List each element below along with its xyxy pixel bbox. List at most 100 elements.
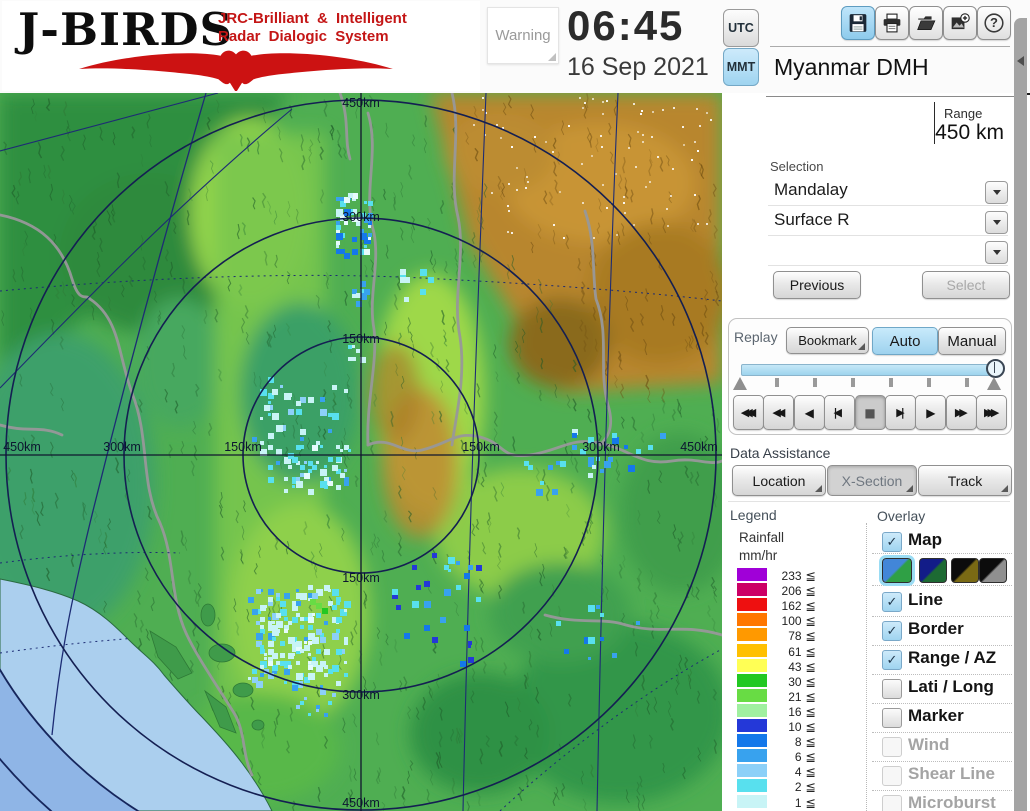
overlay-item-line: ✓ Line	[872, 590, 1014, 616]
legend-value: 10 ≦	[788, 719, 816, 734]
fast-forward-button[interactable]: ▶▶▶	[976, 395, 1008, 430]
save-icon	[849, 14, 867, 32]
legend-swatch	[737, 658, 767, 672]
timeline-start-marker[interactable]	[733, 377, 747, 390]
warning-button[interactable]: Warning	[487, 7, 559, 64]
timeline-tick	[775, 378, 779, 387]
location-button[interactable]: Location	[732, 465, 826, 496]
legend-overlay-divider	[866, 523, 867, 811]
site-dropdown[interactable]: Mandalay	[768, 178, 1008, 206]
map-style-black-olive[interactable]	[951, 558, 979, 583]
forward-button[interactable]: ▶▶	[945, 395, 977, 430]
ring-label: 450km	[342, 96, 380, 110]
go-first-button[interactable]: |◀	[824, 395, 856, 430]
rewind-button[interactable]: ◀◀	[763, 395, 795, 430]
legend-row: 10 ≦	[722, 719, 862, 734]
step-back-button[interactable]: ◀	[793, 395, 825, 430]
ring-label: 450km	[3, 440, 41, 454]
range-value: 450 km	[935, 121, 1004, 144]
option-dropdown[interactable]	[768, 238, 1008, 266]
legend-swatch	[737, 719, 767, 732]
legend-swatch	[737, 703, 767, 717]
legend-row: 30 ≦	[722, 673, 862, 689]
overlay-separator	[872, 553, 1012, 554]
legend-swatch	[737, 673, 767, 687]
add-image-icon	[951, 13, 970, 30]
legend-title-line2: mm/hr	[739, 548, 778, 563]
checkbox-unchecked[interactable]	[882, 708, 902, 728]
auto-button[interactable]: Auto	[872, 327, 938, 355]
site-dropdown-value: Mandalay	[774, 180, 848, 199]
print-button[interactable]	[875, 6, 909, 40]
legend-value: 100 ≦	[781, 613, 816, 629]
clock-date: 16 Sep 2021	[567, 53, 709, 81]
product-dropdown[interactable]: Surface R	[768, 208, 1008, 236]
timeline-tick	[965, 378, 969, 387]
legend-value: 21 ≦	[788, 688, 816, 704]
ring-label: 300km	[582, 440, 620, 454]
add-image-button[interactable]	[943, 6, 977, 40]
legend-swatch	[737, 628, 767, 642]
legend-swatch	[737, 779, 767, 793]
legend-value: 206 ≦	[781, 583, 816, 599]
map-style-navy-darkgreen[interactable]	[919, 558, 947, 583]
checkbox-unchecked[interactable]	[882, 679, 902, 699]
checkbox-checked[interactable]: ✓	[882, 650, 902, 670]
legend-row: 100 ≦	[722, 613, 862, 629]
checkbox-checked[interactable]: ✓	[882, 532, 902, 552]
overlay-separator	[872, 732, 1012, 733]
open-folder-button[interactable]	[909, 6, 943, 40]
j-birds-window: J-BIRDS JRC-Brilliant & Intelligent Rada…	[0, 0, 1030, 811]
fast-rewind-button[interactable]: ◀◀◀	[733, 395, 764, 430]
play-button[interactable]: ▶	[915, 395, 947, 430]
header: J-BIRDS JRC-Brilliant & Intelligent Rada…	[0, 0, 1030, 95]
checkbox-unchecked[interactable]	[882, 766, 902, 786]
utc-button[interactable]: UTC	[723, 9, 759, 47]
overlay-item-marker: Marker	[872, 706, 1014, 732]
logo: J-BIRDS JRC-Brilliant & Intelligent Rada…	[2, 1, 480, 91]
map-style-blue-green[interactable]	[879, 555, 915, 586]
track-button[interactable]: Track	[918, 465, 1012, 496]
checkbox-unchecked[interactable]	[882, 795, 902, 811]
ring-label: 450km	[342, 796, 380, 810]
manual-button[interactable]: Manual	[938, 327, 1006, 355]
ring-label: 450km	[680, 440, 718, 454]
radar-map[interactable]: 450km 300km 150km 150km 300km 450km 450km 300km…	[0, 93, 722, 811]
product-dropdown-button[interactable]	[985, 211, 1008, 234]
overlay-item-label: Map	[908, 530, 942, 549]
save-button[interactable]	[841, 6, 875, 40]
legend-row: 16 ≦	[722, 703, 862, 719]
panel-collapse-strip[interactable]	[1014, 18, 1027, 811]
map-style-black-gray[interactable]	[979, 558, 1007, 583]
mmt-button[interactable]: MMT	[723, 48, 759, 86]
replay-timeline-handle[interactable]	[986, 359, 1005, 378]
checkbox-checked[interactable]: ✓	[882, 621, 902, 641]
overlay-separator	[872, 585, 1012, 586]
legend-value: 1 ≦	[794, 794, 816, 810]
previous-button[interactable]: Previous	[773, 271, 861, 299]
checkbox-checked[interactable]: ✓	[882, 592, 902, 612]
bookmark-button[interactable]: Bookmark	[786, 327, 869, 354]
product-dropdown-value: Surface R	[774, 210, 850, 229]
ring-label: 150km	[224, 440, 262, 454]
overlay-item-lati-long: Lati / Long	[872, 677, 1014, 703]
site-dropdown-button[interactable]	[985, 181, 1008, 204]
go-last-button[interactable]: ▶|	[885, 395, 916, 430]
option-dropdown-button[interactable]	[985, 241, 1008, 264]
legend-value: 8 ≦	[794, 734, 816, 750]
ring-label: 150km	[342, 571, 380, 585]
select-button[interactable]: Select	[922, 271, 1010, 299]
timeline-end-marker[interactable]	[987, 377, 1001, 390]
chevron-down-icon	[992, 220, 1001, 229]
overlay-item-label: Microburst	[908, 793, 996, 811]
timeline-tick	[813, 378, 817, 387]
legend-swatch	[737, 688, 767, 702]
x-section-button[interactable]: X-Section	[827, 465, 917, 496]
overlay-item-label: Border	[908, 619, 964, 638]
help-button[interactable]: ?	[977, 6, 1011, 40]
radar-map-canvas[interactable]: 450km 300km 150km 150km 300km 450km 450km 300km…	[0, 93, 722, 811]
stop-button[interactable]: ■	[854, 395, 886, 430]
replay-timeline-track[interactable]	[741, 364, 999, 376]
checkbox-unchecked[interactable]	[882, 737, 902, 757]
legend-row: 8 ≦	[722, 734, 862, 750]
